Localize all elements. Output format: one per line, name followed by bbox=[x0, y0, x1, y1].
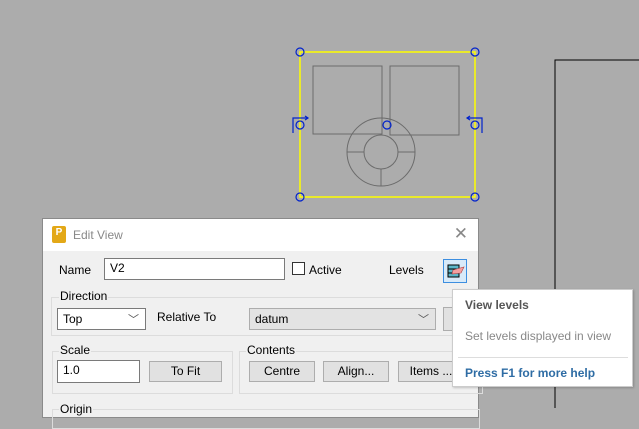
title-bar[interactable]: P Edit View ✕ bbox=[43, 219, 478, 251]
view-v2 bbox=[312, 65, 460, 187]
origin-label: Origin bbox=[59, 402, 94, 416]
chevron-down-icon: ﹀ bbox=[128, 314, 139, 326]
selection-handles bbox=[292, 47, 483, 202]
relative-to-value: datum bbox=[255, 312, 289, 326]
close-icon[interactable]: ✕ bbox=[454, 224, 468, 244]
name-label: Name bbox=[59, 263, 92, 277]
centre-button[interactable]: Centre bbox=[249, 361, 315, 382]
relative-to-select[interactable]: datum ﹀ bbox=[249, 308, 436, 330]
tooltip-divider bbox=[458, 357, 628, 358]
app-icon: P bbox=[52, 226, 66, 243]
levels-label: Levels bbox=[389, 263, 424, 277]
contents-label: Contents bbox=[246, 343, 297, 357]
direction-select[interactable]: Top ﹀ bbox=[57, 308, 146, 330]
direction-label: Direction bbox=[59, 289, 109, 303]
active-label: Active bbox=[309, 263, 342, 277]
direction-value: Top bbox=[63, 312, 83, 326]
align-button[interactable]: Align... bbox=[323, 361, 389, 382]
relative-to-label: Relative To bbox=[157, 310, 217, 324]
edit-view-dialog: P Edit View ✕ Name V2 Active Levels Dire… bbox=[42, 218, 483, 429]
chevron-down-icon: ﹀ bbox=[418, 314, 429, 326]
selection-box bbox=[299, 51, 476, 198]
to-fit-button[interactable]: To Fit bbox=[149, 361, 222, 382]
scale-input[interactable]: 1.0 bbox=[57, 360, 140, 383]
dialog-title: Edit View bbox=[73, 228, 123, 242]
tooltip-title: View levels bbox=[465, 298, 529, 312]
tooltip-description: Set levels displayed in view bbox=[465, 329, 612, 343]
origin-group bbox=[52, 409, 480, 429]
active-checkbox[interactable] bbox=[292, 262, 305, 275]
scale-label: Scale bbox=[59, 343, 92, 357]
tooltip-help: Press F1 for more help bbox=[465, 366, 596, 380]
name-input[interactable]: V2 bbox=[104, 258, 285, 280]
levels-tooltip: View levels Set levels displayed in view… bbox=[452, 289, 633, 387]
levels-button[interactable] bbox=[443, 259, 467, 283]
layers-icon bbox=[447, 264, 465, 278]
